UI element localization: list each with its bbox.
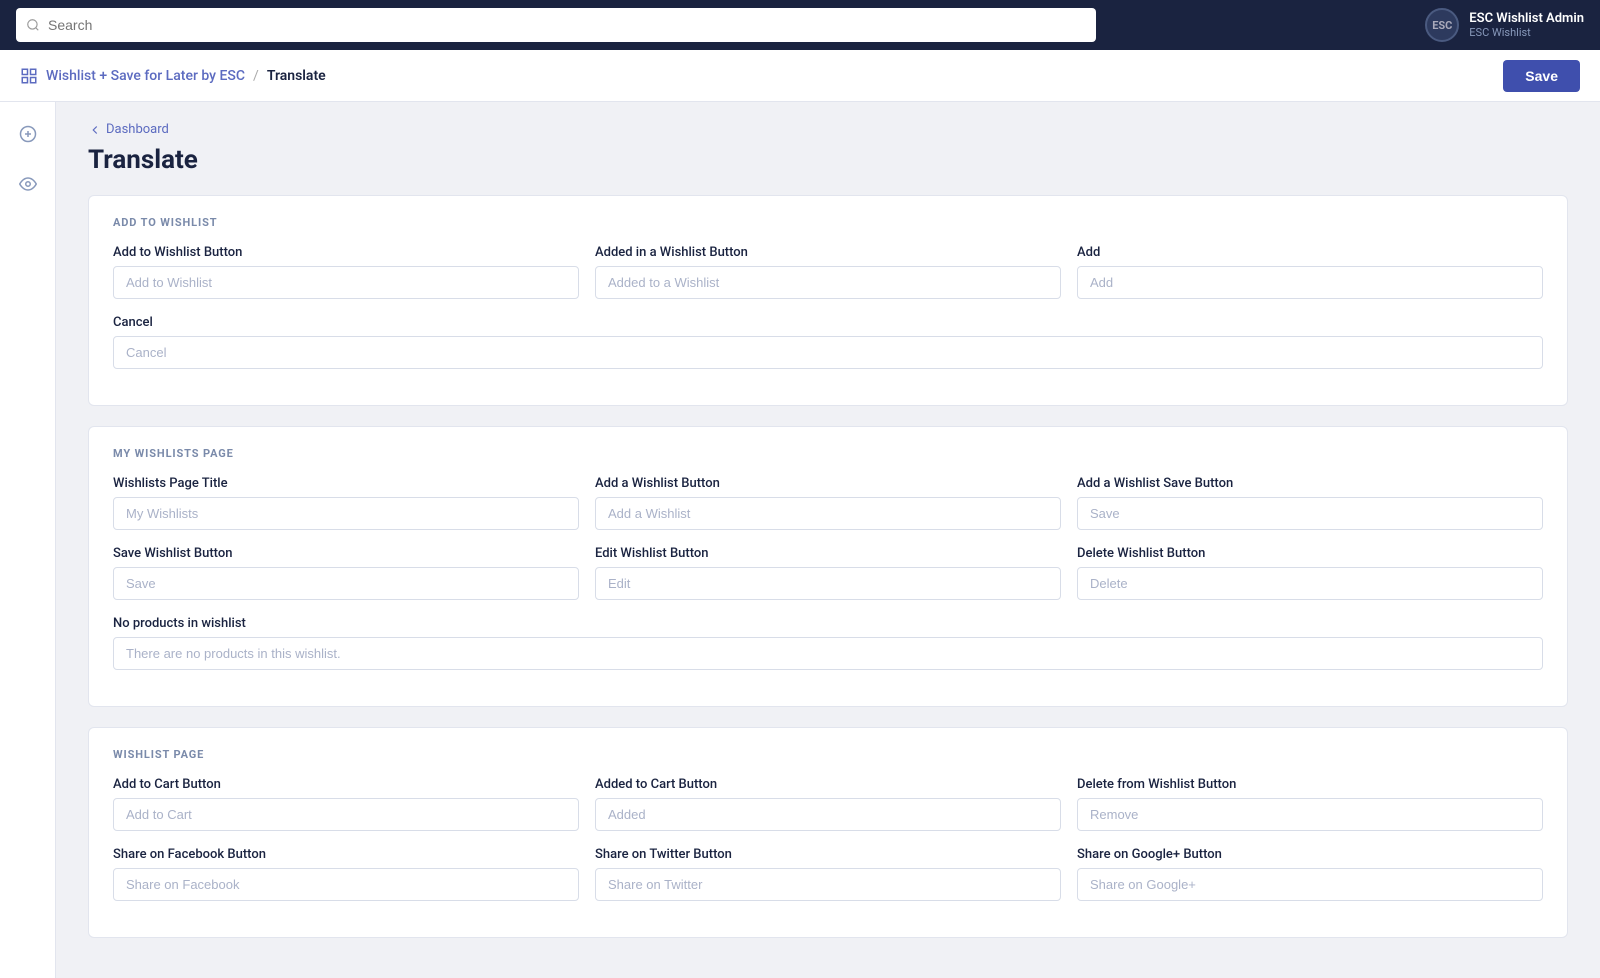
field-edit-wishlist-btn: Edit Wishlist Button xyxy=(595,546,1061,600)
label-delete-wishlist-btn: Delete Wishlist Button xyxy=(1077,546,1543,561)
input-add-button[interactable] xyxy=(1077,266,1543,299)
sidebar xyxy=(0,102,56,978)
my-wishlists-row1: Wishlists Page Title Add a Wishlist Butt… xyxy=(113,476,1543,530)
wishlist-page-section: WISHLIST PAGE Add to Cart Button Added t… xyxy=(88,727,1568,938)
input-add-wishlist-button[interactable] xyxy=(113,266,579,299)
main-content: Dashboard Translate ADD TO WISHLIST Add … xyxy=(56,102,1600,978)
user-area: ESC ESC Wishlist Admin ESC Wishlist xyxy=(1425,8,1584,42)
add-to-wishlist-section: ADD TO WISHLIST Add to Wishlist Button A… xyxy=(88,195,1568,406)
field-added-wishlist-button: Added in a Wishlist Button xyxy=(595,245,1061,299)
back-link-label: Dashboard xyxy=(106,122,169,137)
label-edit-wishlist-btn: Edit Wishlist Button xyxy=(595,546,1061,561)
app-icon xyxy=(20,67,38,85)
input-share-facebook-btn[interactable] xyxy=(113,868,579,901)
save-button[interactable]: Save xyxy=(1503,60,1580,92)
wishlist-page-row2: Share on Facebook Button Share on Twitte… xyxy=(113,847,1543,901)
field-add-button: Add xyxy=(1077,245,1543,299)
field-delete-wishlist-btn2: Delete from Wishlist Button xyxy=(1077,777,1543,831)
back-link[interactable]: Dashboard xyxy=(88,122,1568,137)
label-delete-wishlist-btn2: Delete from Wishlist Button xyxy=(1077,777,1543,792)
input-delete-wishlist-btn2[interactable] xyxy=(1077,798,1543,831)
label-no-products: No products in wishlist xyxy=(113,616,1543,631)
label-added-cart-btn: Added to Cart Button xyxy=(595,777,1061,792)
field-add-cart-btn: Add to Cart Button xyxy=(113,777,579,831)
field-share-facebook-btn: Share on Facebook Button xyxy=(113,847,579,901)
field-add-wishlist-button: Add to Wishlist Button xyxy=(113,245,579,299)
label-add-cart-btn: Add to Cart Button xyxy=(113,777,579,792)
label-cancel-button: Cancel xyxy=(113,315,1543,330)
label-wishlists-page-title: Wishlists Page Title xyxy=(113,476,579,491)
eye-icon[interactable] xyxy=(12,168,44,200)
wishlist-page-row1: Add to Cart Button Added to Cart Button … xyxy=(113,777,1543,831)
label-add-wishlist-btn: Add a Wishlist Button xyxy=(595,476,1061,491)
fields-row-cancel: Cancel xyxy=(113,315,1543,369)
breadcrumb: Wishlist + Save for Later by ESC / Trans… xyxy=(20,67,326,85)
section-title-add-wishlist: ADD TO WISHLIST xyxy=(113,216,1543,229)
input-cancel-button[interactable] xyxy=(113,336,1543,369)
plus-icon[interactable] xyxy=(12,118,44,150)
chevron-left-icon xyxy=(88,123,102,137)
breadcrumb-bar: Wishlist + Save for Later by ESC / Trans… xyxy=(0,50,1600,102)
search-input[interactable] xyxy=(48,17,1086,33)
field-add-wishlist-save-btn: Add a Wishlist Save Button xyxy=(1077,476,1543,530)
my-wishlists-row3: No products in wishlist xyxy=(113,616,1543,670)
label-added-wishlist-button: Added in a Wishlist Button xyxy=(595,245,1061,260)
input-save-wishlist-btn[interactable] xyxy=(113,567,579,600)
label-share-twitter-btn: Share on Twitter Button xyxy=(595,847,1061,862)
section-title-my-wishlists: MY WISHLISTS PAGE xyxy=(113,447,1543,460)
input-share-googleplus-btn[interactable] xyxy=(1077,868,1543,901)
label-share-facebook-btn: Share on Facebook Button xyxy=(113,847,579,862)
input-share-twitter-btn[interactable] xyxy=(595,868,1061,901)
user-sub: ESC Wishlist xyxy=(1469,26,1584,39)
label-add-button: Add xyxy=(1077,245,1543,260)
input-no-products[interactable] xyxy=(113,637,1543,670)
user-info: ESC Wishlist Admin ESC Wishlist xyxy=(1469,11,1584,39)
input-add-cart-btn[interactable] xyxy=(113,798,579,831)
input-edit-wishlist-btn[interactable] xyxy=(595,567,1061,600)
label-add-wishlist-button: Add to Wishlist Button xyxy=(113,245,579,260)
avatar: ESC xyxy=(1425,8,1459,42)
user-name: ESC Wishlist Admin xyxy=(1469,11,1584,26)
fields-row-1: Add to Wishlist Button Added in a Wishli… xyxy=(113,245,1543,299)
search-bar xyxy=(16,8,1096,42)
top-navigation: ESC ESC Wishlist Admin ESC Wishlist xyxy=(0,0,1600,50)
input-wishlists-page-title[interactable] xyxy=(113,497,579,530)
input-added-wishlist-button[interactable] xyxy=(595,266,1061,299)
field-added-cart-btn: Added to Cart Button xyxy=(595,777,1061,831)
field-share-twitter-btn: Share on Twitter Button xyxy=(595,847,1061,901)
my-wishlists-section: MY WISHLISTS PAGE Wishlists Page Title A… xyxy=(88,426,1568,707)
field-save-wishlist-btn: Save Wishlist Button xyxy=(113,546,579,600)
section-title-wishlist-page: WISHLIST PAGE xyxy=(113,748,1543,761)
search-icon xyxy=(26,18,40,32)
my-wishlists-row2: Save Wishlist Button Edit Wishlist Butto… xyxy=(113,546,1543,600)
field-wishlists-page-title: Wishlists Page Title xyxy=(113,476,579,530)
breadcrumb-app-name[interactable]: Wishlist + Save for Later by ESC xyxy=(46,68,245,84)
field-no-products: No products in wishlist xyxy=(113,616,1543,670)
field-share-googleplus-btn: Share on Google+ Button xyxy=(1077,847,1543,901)
input-added-cart-btn[interactable] xyxy=(595,798,1061,831)
page-title: Translate xyxy=(88,145,1568,175)
breadcrumb-current: Translate xyxy=(267,68,326,84)
field-delete-wishlist-btn: Delete Wishlist Button xyxy=(1077,546,1543,600)
input-add-wishlist-btn[interactable] xyxy=(595,497,1061,530)
input-delete-wishlist-btn[interactable] xyxy=(1077,567,1543,600)
field-add-wishlist-btn: Add a Wishlist Button xyxy=(595,476,1061,530)
label-share-googleplus-btn: Share on Google+ Button xyxy=(1077,847,1543,862)
input-add-wishlist-save-btn[interactable] xyxy=(1077,497,1543,530)
breadcrumb-separator: / xyxy=(253,68,259,84)
label-save-wishlist-btn: Save Wishlist Button xyxy=(113,546,579,561)
label-add-wishlist-save-btn: Add a Wishlist Save Button xyxy=(1077,476,1543,491)
field-cancel-button: Cancel xyxy=(113,315,1543,369)
